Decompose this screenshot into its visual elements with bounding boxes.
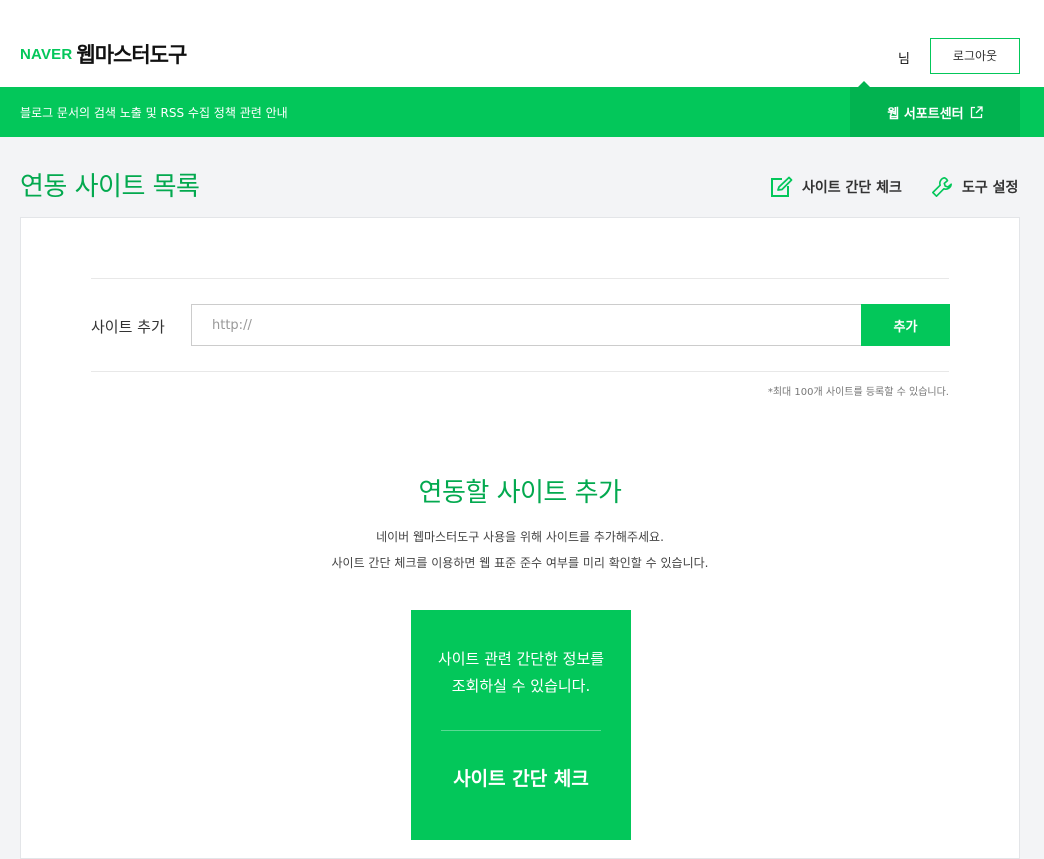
header: NAVER 웹마스터도구 님 로그아웃 xyxy=(0,0,1044,87)
support-center-label: 웹 서포트센터 xyxy=(887,106,964,122)
divider-top xyxy=(91,278,949,279)
add-site-label: 사이트 추가 xyxy=(91,318,165,336)
quick-check-card[interactable]: 사이트 관련 간단한 정보를 조회하실 수 있습니다. 사이트 간단 체크 xyxy=(411,610,631,840)
naver-logo: NAVER xyxy=(20,45,73,63)
site-limit-note: *최대 100개 사이트를 등록할 수 있습니다. xyxy=(767,387,949,398)
empty-state-title: 연동할 사이트 추가 xyxy=(418,478,622,508)
card-quick-check-button[interactable]: 사이트 간단 체크 xyxy=(411,764,631,791)
user-name: 님 xyxy=(898,52,910,67)
site-quick-check-link[interactable]: 사이트 간단 체크 xyxy=(770,176,902,198)
add-site-button[interactable]: 추가 xyxy=(861,304,950,346)
support-center-button[interactable]: 웹 서포트센터 xyxy=(850,87,1020,137)
site-quick-check-label: 사이트 간단 체크 xyxy=(802,180,902,196)
edit-check-icon xyxy=(771,176,793,197)
page-title: 연동 사이트 목록 xyxy=(20,172,200,202)
site-url-input[interactable] xyxy=(191,304,861,346)
tool-settings-link[interactable]: 도구 설정 xyxy=(930,176,1018,198)
tool-settings-label: 도구 설정 xyxy=(962,180,1019,196)
empty-state-desc-line: 사이트 간단 체크를 이용하면 웹 표준 준수 여부를 미리 확인할 수 있습니… xyxy=(331,556,709,570)
divider-bottom xyxy=(91,371,949,372)
logo-title: 웹마스터도구 xyxy=(76,43,187,67)
empty-state-desc-line: 네이버 웹마스터도구 사용을 위해 사이트를 추가해주세요. xyxy=(376,530,664,544)
wrench-icon xyxy=(932,177,952,197)
logo[interactable]: NAVER 웹마스터도구 xyxy=(20,39,187,69)
card-desc-line: 사이트 관련 간단한 정보를 xyxy=(437,650,605,668)
logout-button[interactable]: 로그아웃 xyxy=(930,38,1020,74)
card-divider xyxy=(441,730,601,731)
site-list-panel: 사이트 추가 추가 *최대 100개 사이트를 등록할 수 있습니다. 연동할 … xyxy=(20,217,1020,859)
card-desc-line: 조회하실 수 있습니다. xyxy=(451,677,591,695)
notice-link[interactable]: 블로그 문서의 검색 노출 및 RSS 수집 정책 관련 안내 xyxy=(20,104,288,121)
notice-banner: 블로그 문서의 검색 노출 및 RSS 수집 정책 관련 안내 웹 서포트센터 xyxy=(0,81,1044,137)
external-link-icon xyxy=(970,105,983,118)
